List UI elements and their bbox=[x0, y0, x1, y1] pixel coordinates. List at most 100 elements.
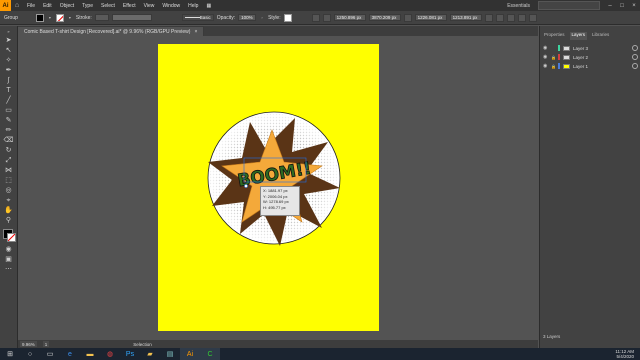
fill-dropdown-icon[interactable]: ▾ bbox=[47, 15, 53, 20]
camtasia-icon[interactable]: C bbox=[200, 348, 220, 360]
folder-icon[interactable]: ▰ bbox=[140, 348, 160, 360]
menu-type[interactable]: Type bbox=[78, 3, 97, 9]
boom-artwork[interactable]: BOOM!! bbox=[200, 110, 350, 250]
illustrator-taskbar-icon[interactable]: Ai bbox=[180, 348, 200, 360]
recolor-artwork-icon[interactable] bbox=[495, 13, 504, 22]
variable-width-profile[interactable] bbox=[111, 14, 152, 21]
fill-swatch[interactable] bbox=[35, 13, 44, 22]
direct-selection-tool-icon[interactable]: ↖ bbox=[3, 47, 14, 55]
free-transform-tool-icon[interactable]: ⬚ bbox=[3, 177, 14, 185]
menu-window[interactable]: Window bbox=[158, 3, 184, 9]
width-field[interactable]: 1226.081 px bbox=[414, 14, 447, 21]
layer-row[interactable]: ◉ Layer 3 bbox=[543, 44, 638, 52]
height-field[interactable]: 1213.891 px bbox=[449, 14, 482, 21]
transform-reference-icon[interactable] bbox=[322, 13, 331, 22]
edge-icon[interactable]: e bbox=[60, 348, 80, 360]
opacity-label[interactable]: Opacity: bbox=[217, 15, 235, 21]
taskbar-clock[interactable]: 11:12 AM 5/4/2020 bbox=[609, 349, 640, 359]
opacity-field[interactable]: 100% bbox=[238, 14, 257, 21]
layer-color-bar bbox=[558, 54, 560, 60]
eyedropper-tool-icon[interactable]: ⌖ bbox=[3, 197, 14, 205]
visibility-eye-icon[interactable]: ◉ bbox=[543, 45, 548, 51]
align-icon[interactable] bbox=[311, 13, 320, 22]
layer-name[interactable]: Layer 2 bbox=[573, 55, 629, 60]
menu-help[interactable]: Help bbox=[184, 3, 202, 9]
isolate-group-icon[interactable] bbox=[484, 13, 493, 22]
target-circle-icon[interactable] bbox=[632, 45, 638, 51]
search-icon[interactable]: ○ bbox=[20, 348, 40, 360]
panel-tabs: Properties Layers Libraries bbox=[540, 32, 640, 40]
tab-properties[interactable]: Properties bbox=[544, 32, 565, 40]
type-tool-icon[interactable]: T bbox=[3, 87, 14, 95]
close-icon[interactable]: × bbox=[628, 3, 640, 9]
chrome-icon[interactable]: ◍ bbox=[100, 348, 120, 360]
stroke-weight-field[interactable] bbox=[94, 14, 109, 21]
shape-builder-tool-icon[interactable]: ◎ bbox=[3, 187, 14, 195]
file-explorer-icon[interactable]: ▬ bbox=[80, 348, 100, 360]
tab-layers[interactable]: Layers bbox=[569, 32, 588, 40]
menu-file[interactable]: File bbox=[23, 3, 39, 9]
artboard-number-field[interactable]: 1 bbox=[42, 341, 50, 347]
zoom-level-field[interactable]: 9.96% bbox=[20, 341, 37, 347]
anchor-point[interactable] bbox=[244, 184, 248, 188]
width-tool-icon[interactable]: ⋈ bbox=[3, 167, 14, 175]
draw-mode-icon[interactable]: ◉ bbox=[3, 246, 14, 254]
layer-name[interactable]: Layer 1 bbox=[573, 64, 629, 69]
lock-icon[interactable]: 🔒 bbox=[551, 55, 556, 60]
layer-name[interactable]: Layer 3 bbox=[573, 46, 629, 51]
x-field[interactable]: 1250.896 px bbox=[333, 14, 366, 21]
toolbar-collapse-icon[interactable]: » bbox=[3, 28, 14, 36]
selection-tool-icon[interactable]: ➤ bbox=[3, 37, 14, 45]
stroke-color-icon[interactable] bbox=[7, 233, 16, 242]
minimize-icon[interactable]: – bbox=[604, 3, 616, 9]
menu-effect[interactable]: Effect bbox=[119, 3, 140, 9]
paintbrush-tool-icon[interactable]: ✎ bbox=[3, 117, 14, 125]
menu-view[interactable]: View bbox=[140, 3, 159, 9]
layer-row[interactable]: ◉ 🔒 Layer 2 bbox=[543, 53, 638, 61]
graphic-style-swatch[interactable] bbox=[283, 13, 292, 22]
tab-libraries[interactable]: Libraries bbox=[592, 32, 609, 40]
scale-tool-icon[interactable]: ⤢ bbox=[3, 157, 14, 165]
layer-row[interactable]: ◉ 🔒 Layer 1 bbox=[543, 62, 638, 70]
line-segment-tool-icon[interactable]: ╱ bbox=[3, 97, 14, 105]
windows-start-icon[interactable]: ⊞ bbox=[0, 348, 20, 360]
rectangle-tool-icon[interactable]: ▭ bbox=[3, 107, 14, 115]
hand-tool-icon[interactable]: ✋ bbox=[3, 207, 14, 215]
constrain-proportions-icon[interactable] bbox=[403, 13, 412, 22]
menu-object[interactable]: Object bbox=[56, 3, 78, 9]
tab-close-icon[interactable]: × bbox=[194, 29, 197, 35]
zoom-tool-icon[interactable]: ⚲ bbox=[3, 217, 14, 225]
rotate-tool-icon[interactable]: ↻ bbox=[3, 147, 14, 155]
photoshop-icon[interactable]: Ps bbox=[120, 348, 140, 360]
target-circle-icon[interactable] bbox=[632, 63, 638, 69]
curvature-tool-icon[interactable]: ∫ bbox=[3, 77, 14, 85]
notepad-icon[interactable]: ▤ bbox=[160, 348, 180, 360]
workspace-switcher[interactable]: Essentials bbox=[503, 3, 534, 9]
stroke-dropdown-icon[interactable]: ▾ bbox=[67, 15, 73, 20]
panel-menu-icon[interactable] bbox=[528, 13, 537, 22]
document-setup-icon[interactable] bbox=[506, 13, 515, 22]
arrange-documents-icon[interactable]: ▦ bbox=[202, 3, 215, 9]
visibility-eye-icon[interactable]: ◉ bbox=[543, 54, 548, 60]
task-view-icon[interactable]: ▭ bbox=[40, 348, 60, 360]
edit-toolbar-icon[interactable]: ⋯ bbox=[3, 266, 14, 274]
target-circle-icon[interactable] bbox=[632, 54, 638, 60]
stroke-swatch[interactable] bbox=[55, 13, 64, 22]
y-field[interactable]: 3870.209 px bbox=[368, 14, 401, 21]
visibility-eye-icon[interactable]: ◉ bbox=[543, 63, 548, 69]
eraser-tool-icon[interactable]: ⌫ bbox=[3, 137, 14, 145]
menu-edit[interactable]: Edit bbox=[39, 3, 56, 9]
opacity-dropdown-icon[interactable]: › bbox=[259, 15, 265, 20]
pen-tool-icon[interactable]: ✒ bbox=[3, 67, 14, 75]
brush-definition[interactable]: Basic bbox=[181, 14, 214, 21]
arrange-icon[interactable] bbox=[517, 13, 526, 22]
status-mode[interactable]: Selection bbox=[131, 341, 154, 347]
screen-mode-icon[interactable]: ▣ bbox=[3, 256, 14, 264]
lock-icon[interactable]: 🔒 bbox=[551, 64, 556, 69]
pencil-tool-icon[interactable]: ✏ bbox=[3, 127, 14, 135]
search-input[interactable] bbox=[538, 1, 600, 10]
home-icon[interactable]: ⌂ bbox=[11, 2, 23, 9]
maximize-icon[interactable]: □ bbox=[616, 3, 628, 9]
menu-select[interactable]: Select bbox=[97, 3, 119, 9]
magic-wand-tool-icon[interactable]: ✧ bbox=[3, 57, 14, 65]
